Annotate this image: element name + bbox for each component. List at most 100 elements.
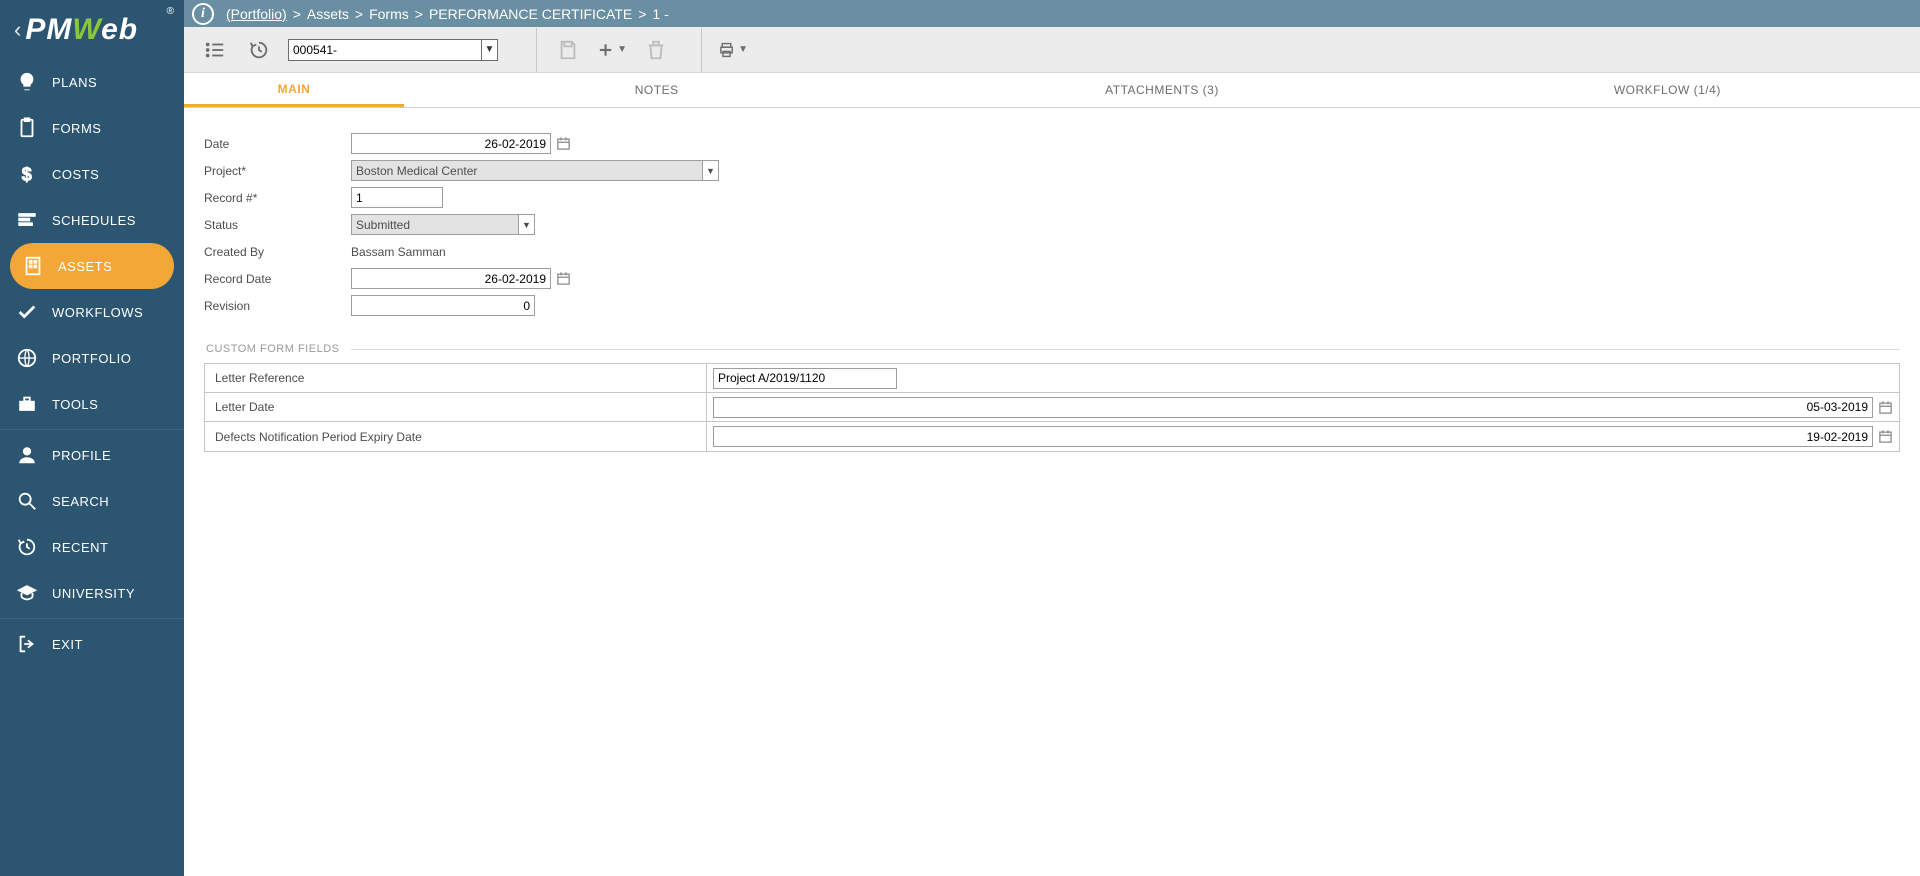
save-button[interactable] [553, 35, 583, 65]
input-defects-expiry-date[interactable] [713, 426, 1873, 447]
input-letter-date[interactable] [713, 397, 1873, 418]
field-revision: Revision [204, 292, 1900, 319]
input-revision[interactable] [351, 295, 535, 316]
globe-icon [14, 345, 40, 371]
history-button[interactable] [244, 35, 274, 65]
add-button[interactable]: ▼ [597, 35, 627, 65]
sidebar-item-label: EXIT [52, 637, 83, 652]
sidebar-item-forms[interactable]: FORMS [0, 105, 184, 151]
exit-icon [14, 631, 40, 657]
sidebar-item-label: ASSETS [58, 259, 112, 274]
info-icon[interactable]: i [192, 3, 214, 25]
history-icon [14, 534, 40, 560]
svg-text:$: $ [22, 163, 33, 184]
sidebar-item-label: PLANS [52, 75, 97, 90]
record-selector[interactable]: ▼ [288, 39, 498, 61]
calendar-icon[interactable] [556, 136, 571, 151]
input-date[interactable] [351, 133, 551, 154]
divider-line [351, 349, 1900, 350]
sidebar-item-label: SEARCH [52, 494, 109, 509]
toolbar: ▼ ▼ ▼ [184, 27, 1920, 73]
breadcrumb-forms[interactable]: Forms [369, 6, 409, 22]
sidebar-item-label: FORMS [52, 121, 101, 136]
custom-field-value-cell [707, 394, 1899, 421]
search-icon [14, 488, 40, 514]
custom-fields-title: CUSTOM FORM FIELDS [206, 343, 339, 355]
sidebar: ‹ PMWeb ® PLANS FORMS $ COSTS SCHEDULES … [0, 0, 184, 876]
bars-icon [14, 207, 40, 233]
sidebar-item-costs[interactable]: $ COSTS [0, 151, 184, 197]
custom-field-label: Letter Reference [205, 364, 707, 392]
sidebar-item-exit[interactable]: EXIT [0, 621, 184, 667]
calendar-icon[interactable] [556, 271, 571, 286]
combo-status[interactable]: Submitted ▼ [351, 214, 535, 235]
person-icon [14, 442, 40, 468]
input-letter-reference[interactable] [713, 368, 897, 389]
custom-field-row: Letter Reference [205, 364, 1899, 393]
sidebar-item-university[interactable]: UNIVERSITY [0, 570, 184, 616]
sidebar-item-profile[interactable]: PROFILE [0, 432, 184, 478]
field-date: Date [204, 130, 1900, 157]
list-view-button[interactable] [200, 35, 230, 65]
label-revision: Revision [204, 299, 351, 313]
sidebar-item-label: PORTFOLIO [52, 351, 131, 366]
chevron-down-icon[interactable]: ▼ [702, 161, 718, 180]
collapse-caret-icon: ‹ [14, 17, 21, 43]
tab-main[interactable]: MAIN [184, 73, 404, 107]
tab-workflow[interactable]: WORKFLOW (1/4) [1415, 73, 1920, 107]
sidebar-item-label: SCHEDULES [52, 213, 136, 228]
logo[interactable]: ‹ PMWeb ® [0, 0, 184, 59]
field-record-date: Record Date [204, 265, 1900, 292]
clipboard-icon [14, 115, 40, 141]
sidebar-item-schedules[interactable]: SCHEDULES [0, 197, 184, 243]
check-icon [14, 299, 40, 325]
building-icon [20, 253, 46, 279]
combo-project[interactable]: Boston Medical Center ▼ [351, 160, 719, 181]
sidebar-item-label: WORKFLOWS [52, 305, 143, 320]
print-button[interactable]: ▼ [718, 35, 748, 65]
custom-field-row: Defects Notification Period Expiry Date [205, 422, 1899, 451]
logo-text: PMWeb [25, 13, 138, 47]
breadcrumb-sep: > [355, 6, 363, 22]
input-record-no[interactable] [351, 187, 443, 208]
sidebar-item-label: COSTS [52, 167, 99, 182]
label-status: Status [204, 218, 351, 232]
input-record-date[interactable] [351, 268, 551, 289]
sidebar-item-workflows[interactable]: WORKFLOWS [0, 289, 184, 335]
sidebar-item-label: RECENT [52, 540, 108, 555]
breadcrumb-bar: i (Portfolio) > Assets > Forms > PERFORM… [184, 0, 1920, 27]
field-status: Status Submitted ▼ [204, 211, 1900, 238]
calendar-icon[interactable] [1878, 400, 1893, 415]
sidebar-item-label: PROFILE [52, 448, 111, 463]
sidebar-item-recent[interactable]: RECENT [0, 524, 184, 570]
chevron-down-icon[interactable]: ▼ [481, 40, 497, 60]
breadcrumb-assets[interactable]: Assets [307, 6, 349, 22]
chevron-down-icon[interactable]: ▼ [518, 215, 534, 234]
delete-button[interactable] [641, 35, 671, 65]
dollar-icon: $ [14, 161, 40, 187]
sidebar-item-tools[interactable]: TOOLS [0, 381, 184, 427]
breadcrumb-form-type[interactable]: PERFORMANCE CERTIFICATE [429, 6, 632, 22]
field-record-no: Record #* [204, 184, 1900, 211]
label-record-date: Record Date [204, 272, 351, 286]
calendar-icon[interactable] [1878, 429, 1893, 444]
sidebar-item-plans[interactable]: PLANS [0, 59, 184, 105]
combo-value: Boston Medical Center [352, 161, 702, 180]
lightbulb-icon [14, 69, 40, 95]
tab-attachments[interactable]: ATTACHMENTS (3) [909, 73, 1414, 107]
tab-notes[interactable]: NOTES [404, 73, 909, 107]
sidebar-item-assets[interactable]: ASSETS [10, 243, 174, 289]
breadcrumb-portfolio[interactable]: (Portfolio) [226, 6, 287, 22]
toolbox-icon [14, 391, 40, 417]
record-selector-input[interactable] [289, 40, 481, 60]
label-created-by: Created By [204, 245, 351, 259]
sidebar-item-label: UNIVERSITY [52, 586, 135, 601]
sidebar-item-portfolio[interactable]: PORTFOLIO [0, 335, 184, 381]
sidebar-item-search[interactable]: SEARCH [0, 478, 184, 524]
combo-value: Submitted [352, 215, 518, 234]
label-record-no: Record #* [204, 191, 351, 205]
field-created-by: Created By Bassam Samman [204, 238, 1900, 265]
breadcrumb-sep: > [638, 6, 646, 22]
breadcrumb-record-no: 1 [652, 6, 660, 22]
custom-field-value-cell [707, 423, 1899, 450]
